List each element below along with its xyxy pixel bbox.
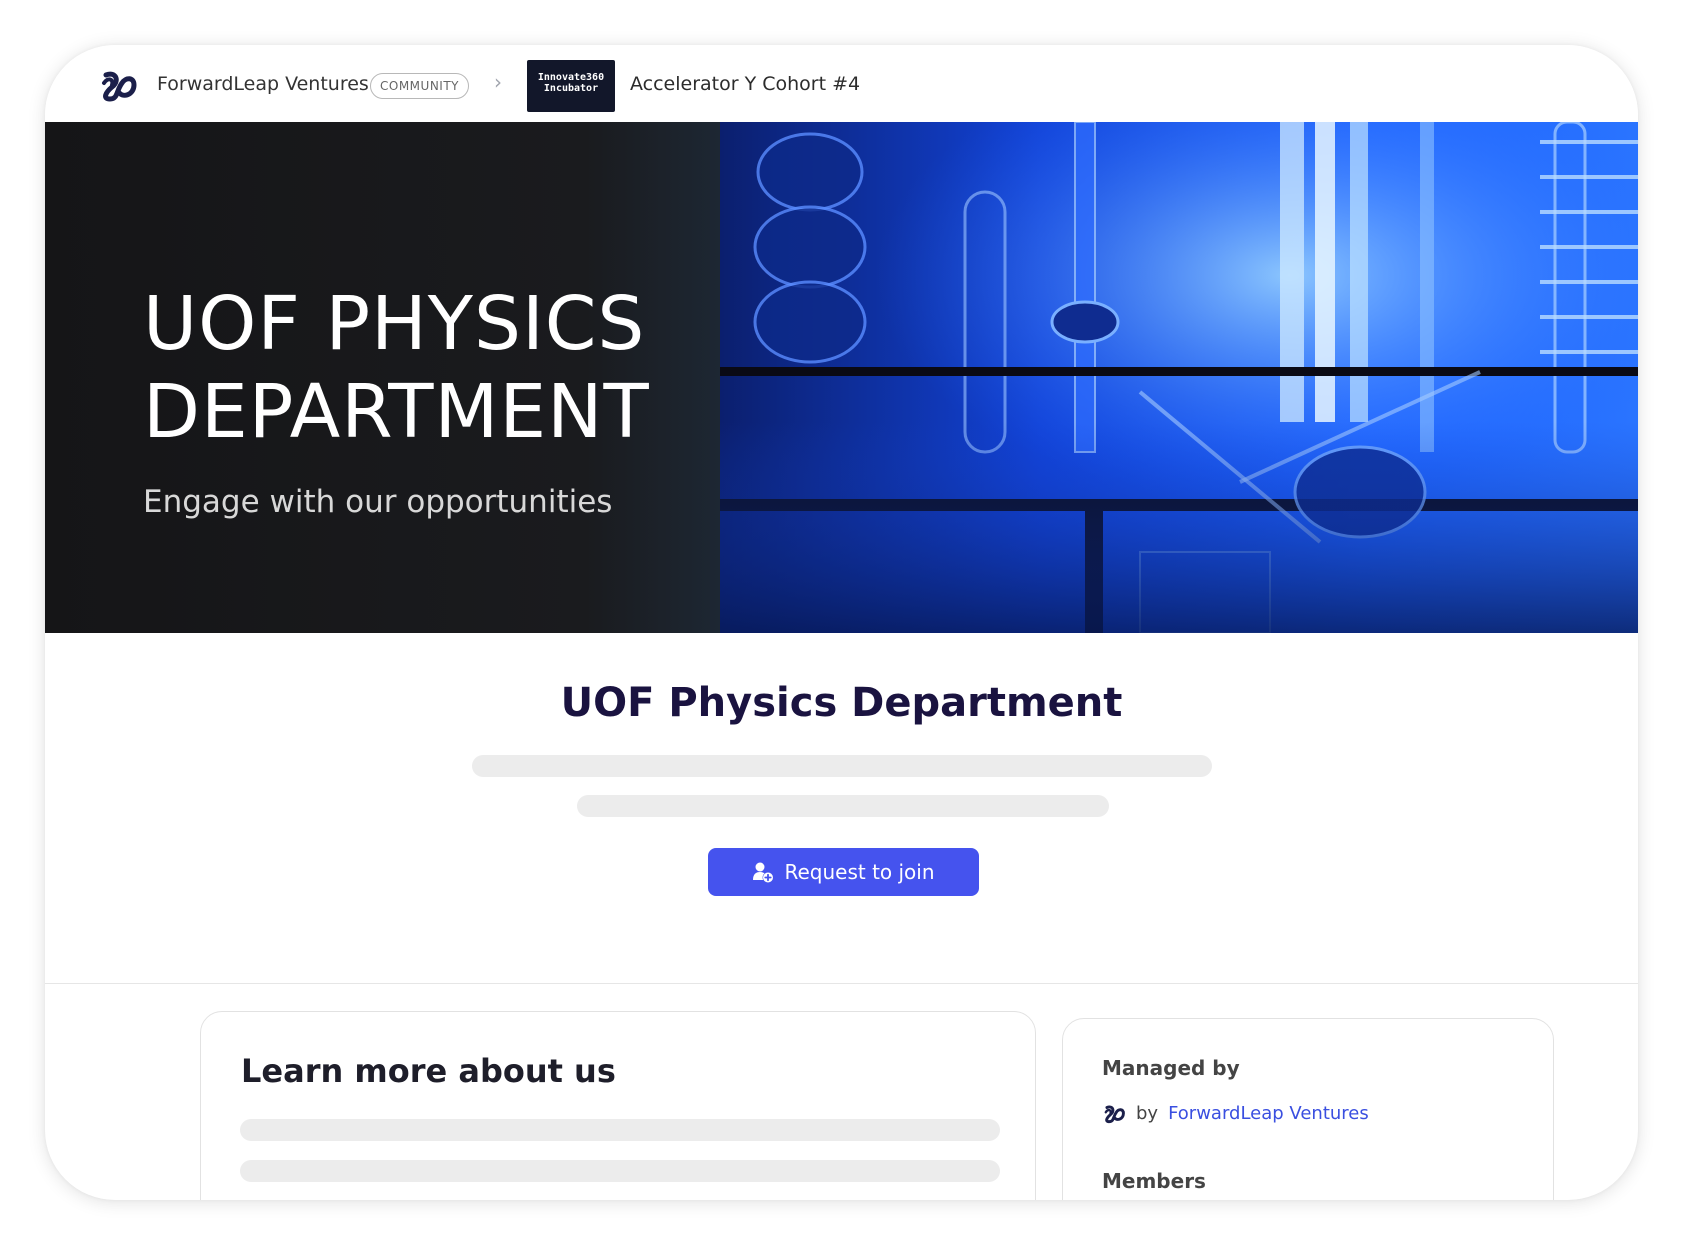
cohort-logo-line1: Innovate360 — [537, 72, 605, 83]
forwardleap-logo-icon[interactable] — [98, 69, 138, 103]
about-card-title: Learn more about us — [241, 1052, 616, 1090]
managed-by-row: by ForwardLeap Ventures — [1102, 1103, 1369, 1124]
managed-by-card: Managed by by ForwardLeap Ventures Membe… — [1062, 1018, 1554, 1200]
description-skeleton-line — [577, 795, 1109, 817]
hero-title: UOF PHYSICS DEPARTMENT — [143, 280, 723, 456]
cohort-logo-line2: Incubator — [543, 83, 599, 94]
user-add-icon — [753, 862, 774, 883]
community-badge: COMMUNITY — [370, 73, 469, 99]
hero-banner: UOF PHYSICS DEPARTMENT Engage with our o… — [45, 122, 1638, 633]
chevron-right-icon: › — [494, 70, 502, 94]
forwardleap-logo-icon — [1104, 1105, 1125, 1123]
top-navigation-bar: ForwardLeap Ventures COMMUNITY › Innovat… — [45, 45, 1638, 122]
app-frame: ForwardLeap Ventures COMMUNITY › Innovat… — [45, 45, 1638, 1200]
lab-glassware-image — [720, 122, 1638, 633]
managed-by-label: Managed by — [1102, 1056, 1240, 1080]
managed-by-prefix: by — [1136, 1103, 1159, 1124]
description-skeleton-line — [472, 755, 1212, 777]
about-card: Learn more about us — [200, 1011, 1036, 1200]
hero-title-line2: DEPARTMENT — [143, 369, 650, 455]
members-label: Members — [1102, 1169, 1206, 1193]
request-to-join-label: Request to join — [784, 860, 935, 884]
about-skeleton-line — [240, 1119, 1000, 1141]
brand-name-link[interactable]: ForwardLeap Ventures — [157, 73, 369, 95]
breadcrumb-cohort-name[interactable]: Accelerator Y Cohort #4 — [630, 73, 860, 95]
section-divider — [45, 983, 1638, 984]
page-title: UOF Physics Department — [560, 680, 1123, 726]
hero-title-line1: UOF PHYSICS — [143, 281, 646, 367]
request-to-join-button[interactable]: Request to join — [708, 848, 979, 896]
hero-subtitle: Engage with our opportunities — [143, 484, 613, 520]
cohort-logo[interactable]: Innovate360 Incubator — [527, 60, 615, 112]
about-skeleton-line — [240, 1160, 1000, 1182]
manager-link[interactable]: ForwardLeap Ventures — [1168, 1103, 1369, 1124]
